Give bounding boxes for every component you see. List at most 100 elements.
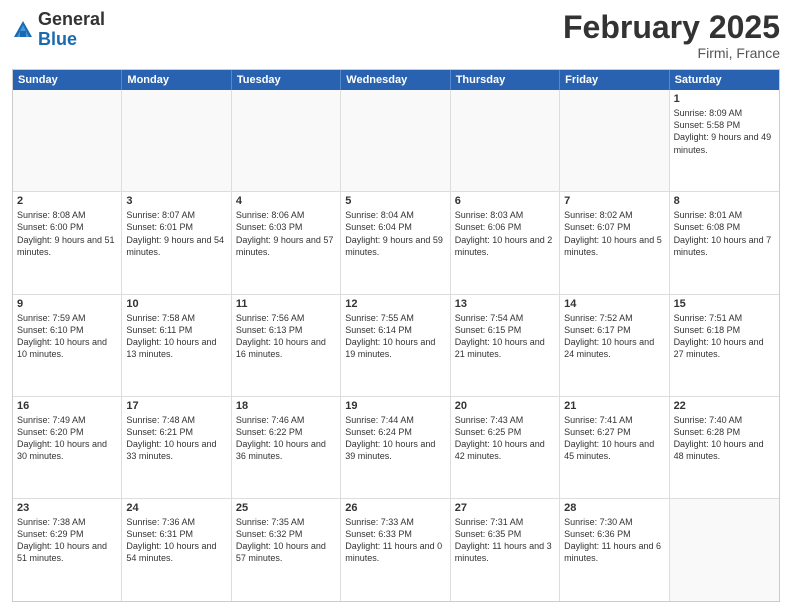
day-info: Sunrise: 7:46 AM Sunset: 6:22 PM Dayligh… <box>236 414 336 463</box>
day-number: 24 <box>126 502 226 514</box>
day-7: 7 Sunrise: 8:02 AM Sunset: 6:07 PM Daylig… <box>560 192 669 293</box>
day-info: Sunrise: 7:36 AM Sunset: 6:31 PM Dayligh… <box>126 516 226 565</box>
day-23: 23 Sunrise: 7:38 AM Sunset: 6:29 PM Dayli… <box>13 499 122 601</box>
day-5: 5Sunrise: 8:04 AM Sunset: 6:04 PM Daylig… <box>341 192 450 293</box>
day-info: Sunrise: 7:30 AM Sunset: 6:36 PM Dayligh… <box>564 516 664 565</box>
day-number: 27 <box>455 502 555 514</box>
header-wednesday: Wednesday <box>341 70 450 90</box>
day-number: 16 <box>17 400 117 412</box>
day-number: 23 <box>17 502 117 514</box>
location: Firmi, France <box>563 45 780 61</box>
day-number: 7 <box>564 195 664 207</box>
day-info: Sunrise: 7:41 AM Sunset: 6:27 PM Dayligh… <box>564 414 664 463</box>
header-monday: Monday <box>122 70 231 90</box>
day-info: Sunrise: 8:01 AM Sunset: 6:08 PM Dayligh… <box>674 209 775 258</box>
day-4: 4 Sunrise: 8:06 AM Sunset: 6:03 PM Daylig… <box>232 192 341 293</box>
day-17: 17 Sunrise: 7:48 AM Sunset: 6:21 PM Dayli… <box>122 397 231 498</box>
day-12: 12 Sunrise: 7:55 AM Sunset: 6:14 PM Dayli… <box>341 295 450 396</box>
day-number: 28 <box>564 502 664 514</box>
day-6: 6 Sunrise: 8:03 AM Sunset: 6:06 PM Daylig… <box>451 192 560 293</box>
day-number: 17 <box>126 400 226 412</box>
day-info: Sunrise: 7:52 AM Sunset: 6:17 PM Dayligh… <box>564 312 664 361</box>
day-28: 28 Sunrise: 7:30 AM Sunset: 6:36 PM Dayli… <box>560 499 669 601</box>
day-info: Sunrise: 8:03 AM Sunset: 6:06 PM Dayligh… <box>455 209 555 258</box>
day-number: 20 <box>455 400 555 412</box>
day-1: 1Sunrise: 8:09 AM Sunset: 5:58 PM Daylig… <box>670 90 779 191</box>
day-number: 2 <box>17 195 117 207</box>
calendar-body: 1Sunrise: 8:09 AM Sunset: 5:58 PM Daylig… <box>13 90 779 601</box>
header: General Blue February 2025 Firmi, France <box>12 10 780 61</box>
day-number: 25 <box>236 502 336 514</box>
day-info: Sunrise: 7:49 AM Sunset: 6:20 PM Dayligh… <box>17 414 117 463</box>
day-info: Sunrise: 7:48 AM Sunset: 6:21 PM Dayligh… <box>126 414 226 463</box>
empty-cell <box>122 90 231 191</box>
logo-text: General Blue <box>38 10 105 50</box>
day-26: 26Sunrise: 7:33 AM Sunset: 6:33 PM Dayli… <box>341 499 450 601</box>
day-info: Sunrise: 7:43 AM Sunset: 6:25 PM Dayligh… <box>455 414 555 463</box>
day-info: Sunrise: 7:44 AM Sunset: 6:24 PM Dayligh… <box>345 414 445 463</box>
logo-general: General <box>38 9 105 29</box>
day-25: 25 Sunrise: 7:35 AM Sunset: 6:32 PM Dayli… <box>232 499 341 601</box>
day-9: 9 Sunrise: 7:59 AM Sunset: 6:10 PM Daylig… <box>13 295 122 396</box>
day-10: 10 Sunrise: 7:58 AM Sunset: 6:11 PM Dayli… <box>122 295 231 396</box>
empty-cell <box>341 90 450 191</box>
page: General Blue February 2025 Firmi, France… <box>0 0 792 612</box>
day-16: 16 Sunrise: 7:49 AM Sunset: 6:20 PM Dayli… <box>13 397 122 498</box>
day-number: 11 <box>236 298 336 310</box>
day-number: 26 <box>345 502 445 514</box>
header-thursday: Thursday <box>451 70 560 90</box>
day-info: Sunrise: 8:06 AM Sunset: 6:03 PM Dayligh… <box>236 209 336 258</box>
day-info: Sunrise: 7:31 AM Sunset: 6:35 PM Dayligh… <box>455 516 555 565</box>
day-number: 14 <box>564 298 664 310</box>
day-info: Sunrise: 7:35 AM Sunset: 6:32 PM Dayligh… <box>236 516 336 565</box>
day-number: 15 <box>674 298 775 310</box>
day-number: 1 <box>674 93 775 105</box>
day-18: 18Sunrise: 7:46 AM Sunset: 6:22 PM Dayli… <box>232 397 341 498</box>
empty-cell <box>451 90 560 191</box>
day-info: Sunrise: 7:55 AM Sunset: 6:14 PM Dayligh… <box>345 312 445 361</box>
header-sunday: Sunday <box>13 70 122 90</box>
day-info: Sunrise: 7:40 AM Sunset: 6:28 PM Dayligh… <box>674 414 775 463</box>
empty-cell <box>13 90 122 191</box>
day-15: 15 Sunrise: 7:51 AM Sunset: 6:18 PM Dayli… <box>670 295 779 396</box>
day-number: 12 <box>345 298 445 310</box>
day-number: 8 <box>674 195 775 207</box>
day-8: 8 Sunrise: 8:01 AM Sunset: 6:08 PM Daylig… <box>670 192 779 293</box>
calendar: SundayMondayTuesdayWednesdayThursdayFrid… <box>12 69 780 602</box>
day-21: 21 Sunrise: 7:41 AM Sunset: 6:27 PM Dayli… <box>560 397 669 498</box>
day-24: 24 Sunrise: 7:36 AM Sunset: 6:31 PM Dayli… <box>122 499 231 601</box>
title-area: February 2025 Firmi, France <box>563 10 780 61</box>
week-2: 2 Sunrise: 8:08 AM Sunset: 6:00 PM Daylig… <box>13 192 779 294</box>
day-number: 9 <box>17 298 117 310</box>
day-number: 5 <box>345 195 445 207</box>
day-info: Sunrise: 7:38 AM Sunset: 6:29 PM Dayligh… <box>17 516 117 565</box>
day-number: 10 <box>126 298 226 310</box>
day-info: Sunrise: 7:56 AM Sunset: 6:13 PM Dayligh… <box>236 312 336 361</box>
empty-cell <box>232 90 341 191</box>
day-3: 3 Sunrise: 8:07 AM Sunset: 6:01 PM Daylig… <box>122 192 231 293</box>
day-number: 3 <box>126 195 226 207</box>
day-13: 13Sunrise: 7:54 AM Sunset: 6:15 PM Dayli… <box>451 295 560 396</box>
day-number: 21 <box>564 400 664 412</box>
day-info: Sunrise: 8:07 AM Sunset: 6:01 PM Dayligh… <box>126 209 226 258</box>
calendar-header: SundayMondayTuesdayWednesdayThursdayFrid… <box>13 70 779 90</box>
day-info: Sunrise: 8:08 AM Sunset: 6:00 PM Dayligh… <box>17 209 117 258</box>
day-20: 20 Sunrise: 7:43 AM Sunset: 6:25 PM Dayli… <box>451 397 560 498</box>
header-saturday: Saturday <box>670 70 779 90</box>
empty-cell <box>670 499 779 601</box>
day-info: Sunrise: 7:58 AM Sunset: 6:11 PM Dayligh… <box>126 312 226 361</box>
logo-icon <box>12 19 34 41</box>
header-friday: Friday <box>560 70 669 90</box>
day-11: 11 Sunrise: 7:56 AM Sunset: 6:13 PM Dayli… <box>232 295 341 396</box>
logo-blue: Blue <box>38 29 77 49</box>
day-number: 4 <box>236 195 336 207</box>
week-4: 16 Sunrise: 7:49 AM Sunset: 6:20 PM Dayli… <box>13 397 779 499</box>
day-info: Sunrise: 7:51 AM Sunset: 6:18 PM Dayligh… <box>674 312 775 361</box>
month-title: February 2025 <box>563 10 780 45</box>
day-number: 6 <box>455 195 555 207</box>
day-14: 14 Sunrise: 7:52 AM Sunset: 6:17 PM Dayli… <box>560 295 669 396</box>
day-info: Sunrise: 8:02 AM Sunset: 6:07 PM Dayligh… <box>564 209 664 258</box>
day-27: 27 Sunrise: 7:31 AM Sunset: 6:35 PM Dayli… <box>451 499 560 601</box>
day-info: Sunrise: 7:59 AM Sunset: 6:10 PM Dayligh… <box>17 312 117 361</box>
day-number: 13 <box>455 298 555 310</box>
